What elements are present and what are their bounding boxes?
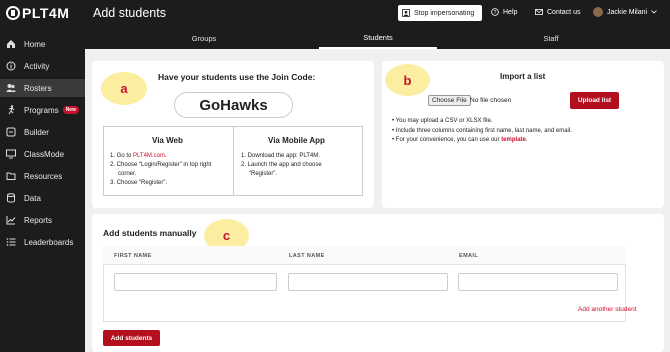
sidebar-item-programs[interactable]: Programs New: [0, 101, 85, 119]
people-icon: [6, 83, 16, 93]
via-mobile-step-2-cont: “Register”.: [249, 171, 278, 177]
plt4m-logo[interactable]: PLT4M: [6, 5, 69, 21]
via-web-step-1: 1. Go to PLT4M.com.: [110, 153, 167, 159]
home-icon: [6, 39, 16, 49]
first-name-label: FIRST NAME: [114, 253, 152, 259]
classmode-icon: [6, 149, 16, 159]
avatar: [593, 7, 603, 17]
add-another-student-link[interactable]: Add another student: [578, 306, 637, 313]
sidebar-item-label: ClassMode: [24, 149, 65, 159]
page-title: Add students: [93, 6, 166, 20]
via-mobile-title: Via Mobile App: [268, 136, 325, 145]
mail-icon: [535, 8, 543, 16]
chart-icon: [6, 215, 16, 225]
info-icon: [6, 61, 16, 71]
annotation-b: b: [385, 64, 430, 96]
list-icon: [6, 237, 16, 247]
sidebar-item-label: Resources: [24, 171, 63, 181]
sidebar-item-label: Home: [24, 39, 46, 49]
resources-icon: [6, 171, 16, 181]
tabs-bar: Groups Students Staff: [85, 27, 670, 49]
contact-us-link[interactable]: Contact us: [535, 8, 580, 16]
sidebar-item-builder[interactable]: Builder: [0, 123, 85, 141]
via-mobile-step-2: 2. Launch the app and choose: [241, 162, 322, 168]
sidebar-item-label: Reports: [24, 215, 53, 225]
upload-list-button[interactable]: Upload list: [570, 92, 619, 109]
help-label: Help: [503, 8, 518, 16]
add-manually-heading: Add students manually: [103, 228, 197, 238]
via-web-title: Via Web: [152, 136, 183, 145]
last-name-label: LAST NAME: [289, 253, 325, 259]
form-header: [103, 246, 626, 265]
divider: [233, 126, 234, 196]
first-name-field[interactable]: [114, 273, 277, 291]
sidebar-item-label: Builder: [24, 127, 49, 137]
list-item: • You may upload a CSV or XLSX file.: [392, 118, 493, 124]
file-status: No file chosen: [470, 97, 512, 104]
tab-groups[interactable]: Groups: [120, 27, 288, 49]
sidebar-item-reports[interactable]: Reports: [0, 211, 85, 229]
sidebar-item-rosters[interactable]: Rosters: [0, 79, 85, 97]
sidebar-item-label: Leaderboards: [24, 237, 74, 247]
logo-mark-icon: [6, 6, 20, 20]
sidebar-item-activity[interactable]: Activity: [0, 57, 85, 75]
template-link[interactable]: template: [501, 137, 526, 143]
add-students-button[interactable]: Add students: [103, 330, 160, 346]
chevron-down-icon: [651, 9, 657, 16]
plt4m-link[interactable]: PLT4M.com: [133, 153, 165, 159]
contact-us-label: Contact us: [547, 8, 581, 16]
sidebar-item-label: Programs: [24, 105, 59, 115]
email-label: EMAIL: [459, 253, 479, 259]
sidebar: PLT4M Home Activity Rosters Programs New…: [0, 0, 85, 352]
via-web-step-2-cont: corner.: [118, 171, 137, 177]
import-instructions: • You may upload a CSV or XLSX file. • I…: [392, 117, 572, 146]
sidebar-item-resources[interactable]: Resources: [0, 167, 85, 185]
top-bar: Add students Stop impersonating ? Help C…: [85, 0, 670, 27]
sidebar-item-classmode[interactable]: ClassMode: [0, 145, 85, 163]
logo-text: PLT4M: [22, 5, 70, 21]
impersonate-icon: [402, 9, 410, 17]
help-icon: ?: [491, 8, 499, 16]
list-item: • For your convenience, you can use our …: [392, 137, 528, 143]
sidebar-item-data[interactable]: Data: [0, 189, 85, 207]
import-list-heading: Import a list: [500, 72, 546, 81]
user-menu[interactable]: Jackie Milani: [593, 7, 657, 17]
builder-icon: [6, 127, 16, 137]
new-badge: New: [62, 106, 79, 114]
stop-impersonating-label: Stop impersonating: [414, 9, 475, 17]
via-web-step-3: 3. Choose “Register”.: [110, 180, 168, 186]
database-icon: [6, 193, 16, 203]
runner-icon: [6, 105, 16, 115]
email-field[interactable]: [458, 273, 618, 291]
sidebar-item-home[interactable]: Home: [0, 35, 85, 53]
choose-file-button[interactable]: Choose File: [428, 95, 471, 106]
join-code: GoHawks: [174, 92, 293, 118]
via-mobile-step-1: 1. Download the app: PLT4M.: [241, 153, 320, 159]
sidebar-item-label: Data: [24, 193, 41, 203]
user-name: Jackie Milani: [607, 8, 648, 16]
svg-text:?: ?: [494, 10, 497, 16]
last-name-field[interactable]: [288, 273, 448, 291]
stop-impersonating-button[interactable]: Stop impersonating: [398, 5, 482, 21]
sidebar-item-label: Activity: [24, 61, 50, 71]
tab-staff[interactable]: Staff: [467, 27, 635, 49]
list-item: • Include three columns containing first…: [392, 127, 572, 134]
join-code-heading: Have your students use the Join Code:: [158, 72, 316, 82]
annotation-a: a: [101, 72, 147, 105]
tab-students[interactable]: Students: [319, 27, 437, 49]
sidebar-item-label: Rosters: [24, 83, 52, 93]
via-web-step-2: 2. Choose “Login/Register” in top right: [110, 162, 212, 168]
sidebar-item-leaderboards[interactable]: Leaderboards: [0, 233, 85, 251]
help-link[interactable]: ? Help: [491, 8, 517, 16]
